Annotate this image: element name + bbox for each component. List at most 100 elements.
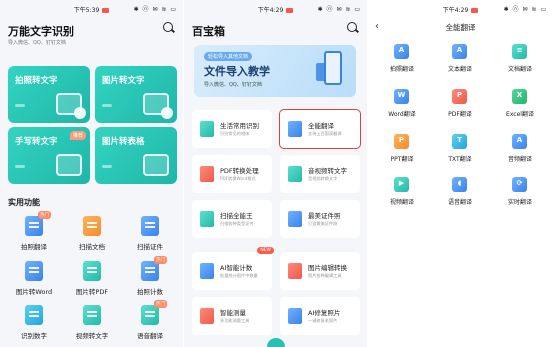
tool-ai-photo-repair[interactable]: AI修复照片 一键修复老照片 [280,297,360,335]
tool-life-recognition[interactable]: 生活常用识别 识别常见的物体 [192,110,272,148]
func-photo-translate[interactable]: 热门 拍照翻译 [4,211,64,260]
voice-icon [452,177,467,192]
home-fab-button[interactable] [267,338,285,347]
screen-text-recognition: 下午5:39 ✱ ⓝ ✉ ≋ ▭ 万能文字识别 导入微信、QQ、钉钉文档 拍照转… [0,0,183,347]
translate-icon [288,121,302,137]
translate-text[interactable]: 文本翻译 [434,44,486,74]
phone-icon [324,51,342,85]
word-icon [25,261,43,281]
card-image-to-table[interactable]: 图片转表格 [95,127,177,184]
card-label: 图片转表格 [102,137,145,147]
card-label: 拍照转文字 [15,76,58,86]
translate-excel[interactable]: Excel翻译 [494,89,546,119]
translate-photo[interactable]: 拍照翻译 [376,44,428,74]
func-photo-count[interactable]: 热门 拍照计数 [120,256,180,305]
status-icons: ✱ ⓝ ✉ ≋ ▭ [503,6,547,13]
id-photo-icon [288,211,302,227]
card-photo-to-text[interactable]: 拍照转文字 [8,66,90,123]
func-image-to-pdf[interactable]: 图片转PDF [62,261,122,305]
tool-smart-measure[interactable]: 智能测量 多功能测量工具 [192,297,272,335]
tool-av-to-text[interactable]: 音视频转文字 音视频转换文字 [280,155,360,193]
new-badge: NEW [257,247,274,254]
translate-pdf[interactable]: PDF翻译 [434,89,486,119]
status-bar: 下午4:29 ✱ ⓝ ✉ ≋ ▭ [184,0,367,17]
recommend-badge: 推荐 [69,131,86,140]
pdf-icon [83,261,101,281]
app-title: 万能文字识别 [8,25,74,38]
hot-badge: 热门 [154,300,167,308]
translate-realtime[interactable]: 实时翻译 [494,177,546,207]
audio-icon [512,134,527,149]
search-icon[interactable] [347,22,359,34]
func-voice-translate[interactable]: 热门 语音翻译 [120,300,180,347]
realtime-icon [512,177,527,192]
card-label: 图片转文字 [102,76,145,86]
translate-txt[interactable]: TXT翻译 [434,134,486,164]
scan-document-icon [83,216,101,236]
func-video-to-text[interactable]: 视频转文字 [62,305,122,347]
scanner-icon [200,211,214,227]
status-icons: ✱ ⓝ ✉ ≋ ▭ [133,6,177,13]
func-image-to-word[interactable]: 图片转Word [4,261,64,305]
voice-icon [141,305,159,325]
hot-badge: 热门 [154,256,167,264]
func-scan-id[interactable]: 扫描证件 [120,216,180,260]
card-handwriting-to-text[interactable]: 手写转文字 推荐 [8,127,90,184]
status-time: 下午4:29 [442,7,469,14]
photo-repair-icon [288,308,302,324]
card-image-to-text[interactable]: 图片转文字 [95,66,177,123]
func-scan-document[interactable]: 扫描文档 [62,216,122,260]
text-translate-icon [452,44,467,59]
document-translate-icon [512,44,527,59]
translate-word[interactable]: Word翻译 [376,89,428,119]
translate-document[interactable]: 文档翻译 [494,44,546,74]
video-icon [394,177,409,192]
id-card-icon [141,216,159,236]
word-icon [394,89,409,104]
recognition-icon [200,121,214,137]
translate-icon [25,216,43,236]
section-title: 实用功能 [8,198,40,207]
record-indicator-icon [102,8,110,13]
ppt-icon [394,134,409,149]
page-title: 百宝箱 [192,25,225,38]
audio-video-icon [288,166,302,182]
pdf-icon [200,166,214,182]
tool-scanner[interactable]: 扫描全能王 扫描各种类型证件 [192,200,272,238]
pdf-icon [452,89,467,104]
app-subtitle: 导入微信、QQ、钉钉文档 [8,40,66,46]
handwriting-icon [56,154,82,176]
translate-ppt[interactable]: PPT翻译 [376,134,428,164]
table-icon [143,154,169,176]
tool-ai-count[interactable]: NEW AI智能计数 批量统计图片中数量 [192,247,274,290]
count-icon [200,263,214,279]
screen-universal-translate: 下午4:29 ✱ ⓝ ✉ ≋ ▭ ‹ 全能翻译 拍照翻译 文本翻译 文档翻译 W… [368,0,553,347]
translate-audio[interactable]: 音频翻译 [494,134,546,164]
hot-badge: 热门 [38,211,51,219]
photo-translate-icon [394,44,409,59]
tool-id-photo[interactable]: 最美证件照 打造最美证件照 [280,200,360,238]
card-label: 手写转文字 [15,137,58,147]
tool-image-edit[interactable]: 图片编辑转换 图片各种编辑工具 [280,252,360,290]
banner-subtitle: 导入微信、QQ、钉钉文档 [204,82,262,88]
screen-toolbox: 下午4:29 ✱ ⓝ ✉ ≋ ▭ 百宝箱 轻松导入其他文档 文件导入教学 导入微… [184,0,367,347]
status-bar: 下午5:39 ✱ ⓝ ✉ ≋ ▭ [0,0,183,17]
image-edit-icon [288,263,302,279]
func-recognize-numbers[interactable]: 识别数字 [4,305,64,347]
status-bar: 下午4:29 ✱ ⓝ ✉ ≋ ▭ [368,0,553,17]
page-title: 全能翻译 [445,23,476,32]
import-tutorial-banner[interactable]: 轻松导入其他文档 文件导入教学 导入微信、QQ、钉钉文档 [194,45,356,97]
search-icon[interactable] [163,22,175,34]
status-time: 下午5:39 [73,7,100,14]
banner-title: 文件导入教学 [204,65,270,78]
ruler-icon [200,308,214,324]
txt-icon [452,134,467,149]
record-indicator-icon [286,8,294,13]
status-time: 下午4:29 [257,7,284,14]
translate-video[interactable]: 视频翻译 [376,177,428,207]
tool-universal-translate[interactable]: 全能翻译 支持上百国家翻译 [279,109,361,149]
banner-tag: 轻松导入其他文档 [204,52,253,61]
excel-icon [512,89,527,104]
tool-pdf-convert[interactable]: PDF转换处理 PDF转换Word格式 [192,155,272,193]
translate-voice[interactable]: 语音翻译 [434,177,486,207]
